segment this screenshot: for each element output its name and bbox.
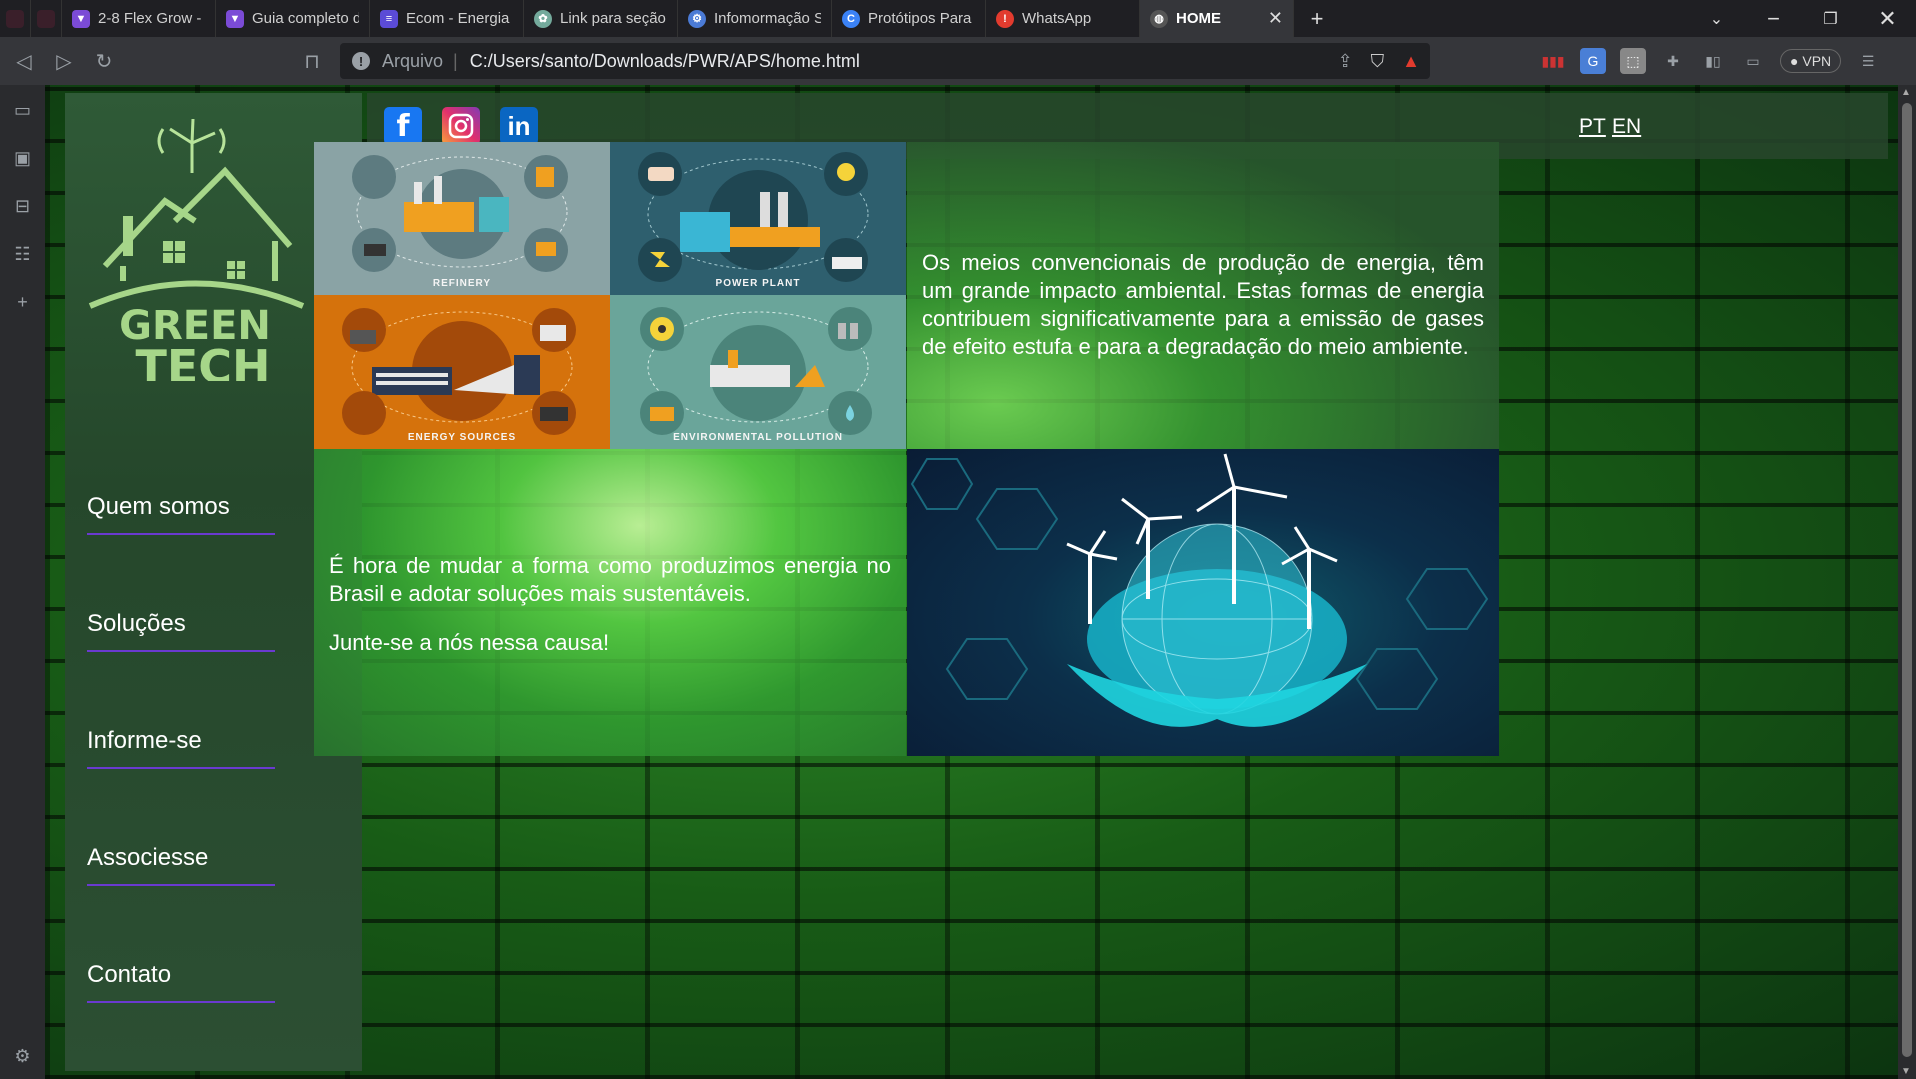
nav-solucoes[interactable]: Soluções (87, 610, 287, 727)
close-tab-icon[interactable]: ✕ (1268, 8, 1283, 29)
brave-shield-icon[interactable]: ⛉ (1371, 51, 1385, 72)
info-icon[interactable]: ! (352, 52, 370, 70)
brave-rewards-icon[interactable]: ▲ (1402, 51, 1420, 72)
share-icon[interactable]: ⇪ (1338, 51, 1353, 72)
nav-menu: Quem somos Soluções Informe-se Associess… (87, 493, 287, 1078)
tab-guia-flex[interactable]: ▼ Guia completo de Fle (216, 0, 370, 37)
impact-paragraph: Os meios convencionais de produção de en… (922, 250, 1484, 359)
browser-sidebar: ▭ ▣ ⊟ ☷ + ⚙ (0, 85, 45, 1079)
translate-icon[interactable]: G (1580, 48, 1606, 74)
sidebar-toggle-icon[interactable]: ▮▯ (1700, 48, 1726, 74)
environmental-pollution-tile: ENVIRONMENTAL POLLUTION (610, 295, 906, 449)
puzzle-icon[interactable]: ✚ (1660, 48, 1686, 74)
chatgpt-icon: ✿ (534, 9, 552, 28)
change-paragraph: É hora de mudar a forma como produzimos … (329, 553, 891, 606)
nav-associesse[interactable]: Associesse (87, 844, 287, 961)
wind-globe-image (907, 449, 1499, 756)
content-grid: REFINERY POWER PLANT ENERGY SOURCES ENVI… (314, 142, 1764, 894)
address-bar[interactable]: ! Arquivo | C:/Users/santo/Downloads/PWR… (340, 43, 1430, 79)
tile-caption: REFINERY (432, 278, 492, 289)
tile-caption: ENVIRONMENTAL POLLUTION (673, 432, 843, 443)
tile-caption: ENERGY SOURCES (407, 432, 517, 443)
audio-extension-icon[interactable]: ▮▮▮ (1540, 48, 1566, 74)
nav-informe-se[interactable]: Informe-se (87, 727, 287, 844)
add-icon[interactable]: + (10, 289, 36, 315)
app-icon (6, 9, 24, 28)
tab-flex-grow[interactable]: ▼ 2-8 Flex Grow - CSS F (62, 0, 216, 37)
logo-text-tech: TECH (135, 340, 270, 381)
globe-icon: ◍ (1150, 9, 1168, 28)
energy-infographic: REFINERY POWER PLANT ENERGY SOURCES ENVI… (314, 142, 906, 449)
scrollbar-thumb[interactable] (1902, 103, 1912, 1057)
linkedin-icon[interactable]: in (500, 107, 538, 145)
call-to-action-panel: É hora de mudar a forma como produzimos … (314, 449, 906, 756)
greentech-logo: GREEN TECH (88, 118, 305, 381)
tab-bar: ▼ 2-8 Flex Grow - CSS F ▼ Guia completo … (0, 0, 1916, 37)
refinery-illustration (352, 155, 568, 272)
video-icon[interactable]: ▭ (10, 97, 36, 123)
facebook-icon[interactable]: f (384, 107, 422, 145)
tab-link-secao[interactable]: ✿ Link para seção espec (524, 0, 678, 37)
nav-quem-somos[interactable]: Quem somos (87, 493, 287, 610)
new-tab-button[interactable]: + (1294, 0, 1340, 37)
settings-gear-icon[interactable]: ⚙ (10, 1043, 36, 1069)
tab-informacao[interactable]: ⚙ Infomormação Susten (678, 0, 832, 37)
refinery-tile: REFINERY (314, 142, 610, 295)
wind-turbine-globe-illustration (910, 453, 1489, 727)
scroll-down-icon[interactable]: ▼ (1901, 1066, 1911, 1077)
impact-panel: Os meios convencionais de produção de en… (907, 142, 1499, 449)
page-viewport: GREEN TECH Quem somos Soluções Informe-s… (45, 85, 1898, 1079)
join-paragraph: Junte-se a nós nessa causa! (329, 630, 610, 655)
tab-whatsapp[interactable]: ! WhatsApp (986, 0, 1140, 37)
page-scrollbar[interactable]: ▲ ▼ (1898, 85, 1916, 1079)
back-icon[interactable]: ◁ (4, 41, 44, 81)
shield-icon: ▼ (72, 9, 90, 28)
instagram-icon[interactable] (442, 107, 480, 145)
doc-icon: ≡ (380, 9, 398, 28)
shield-icon: ▼ (226, 9, 244, 28)
gear-icon: ⚙ (688, 9, 706, 28)
app-icon (37, 9, 55, 28)
address-url[interactable]: C:/Users/santo/Downloads/PWR/APS/home.ht… (470, 51, 860, 72)
lang-pt-link[interactable]: PT (1579, 115, 1606, 139)
tab-ecom[interactable]: ≡ Ecom - Energia em ev (370, 0, 524, 37)
nav-contato[interactable]: Contato (87, 961, 287, 1078)
power-plant-illustration (638, 152, 869, 282)
browser-toolbar: ◁ ▷ ↻ ⊓ ! Arquivo | C:/Users/santo/Downl… (0, 37, 1916, 85)
menu-icon[interactable]: ☰ (1855, 48, 1881, 74)
wallet-icon[interactable]: ▭ (1740, 48, 1766, 74)
maximize-button[interactable]: ❐ (1802, 0, 1859, 37)
pdf-icon[interactable]: ⬚ (1620, 48, 1646, 74)
vpn-button[interactable]: ● VPN (1780, 49, 1842, 73)
wallet-icon[interactable]: ▣ (10, 145, 36, 171)
tab-prototipos[interactable]: C Protótipos Para Criaç (832, 0, 986, 37)
energy-sources-illustration (342, 308, 576, 435)
reading-list-icon[interactable]: ☷ (10, 241, 36, 267)
extensions-area: ▮▮▮ G ⬚ ✚ ▮▯ ▭ ● VPN ☰ (1540, 43, 1881, 79)
energy-sources-tile: ENERGY SOURCES (314, 295, 610, 449)
tab-2[interactable] (31, 0, 62, 37)
tab-search-icon[interactable]: ⌄ (1688, 0, 1745, 37)
tab-home[interactable]: ◍ HOME ✕ (1140, 0, 1294, 37)
whatsapp-icon: ! (996, 9, 1014, 28)
bookmarks-icon[interactable]: ⊟ (10, 193, 36, 219)
scroll-up-icon[interactable]: ▲ (1901, 87, 1911, 98)
lang-en-link[interactable]: EN (1612, 115, 1641, 139)
tab-1[interactable] (0, 0, 31, 37)
tile-caption: POWER PLANT (715, 278, 801, 289)
reload-icon[interactable]: ↻ (84, 41, 124, 81)
power-plant-tile: POWER PLANT (610, 142, 906, 295)
canva-icon: C (842, 9, 860, 28)
bookmark-icon[interactable]: ⊓ (292, 41, 332, 81)
close-window-button[interactable]: ✕ (1859, 0, 1916, 37)
minimize-button[interactable]: − (1745, 0, 1802, 37)
forward-icon[interactable]: ▷ (44, 41, 84, 81)
pollution-illustration (640, 307, 872, 435)
